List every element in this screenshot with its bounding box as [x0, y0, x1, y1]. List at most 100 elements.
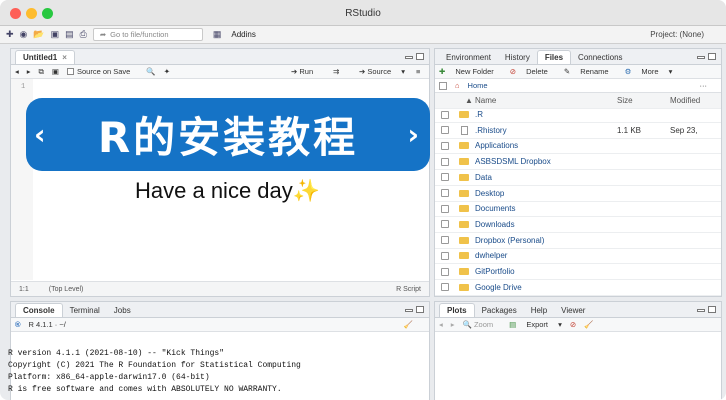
file-row[interactable]: Applications — [435, 138, 721, 155]
grid-icon[interactable]: ▦ — [213, 29, 222, 40]
tab-files[interactable]: Files — [536, 50, 572, 64]
minimize-console-button[interactable] — [405, 309, 413, 312]
back-icon[interactable]: ◂ — [15, 67, 19, 76]
goto-file-input[interactable]: ➦ Go to file/function — [92, 28, 203, 41]
maximize-console-button[interactable] — [416, 306, 424, 313]
forward-icon[interactable]: ▸ — [27, 67, 31, 76]
new-file-icon[interactable]: ✚ — [6, 29, 14, 40]
tab-history[interactable]: History — [498, 50, 537, 64]
file-name[interactable]: GitPortfolio — [475, 267, 515, 276]
file-type-indicator[interactable]: R Script — [396, 286, 421, 293]
search-icon[interactable]: 🔍 — [146, 67, 155, 76]
file-name[interactable]: Downloads — [475, 220, 515, 229]
close-tab-icon[interactable]: × — [62, 53, 67, 62]
row-checkbox[interactable] — [441, 220, 449, 229]
file-row[interactable]: dwhelper — [435, 248, 721, 265]
row-checkbox[interactable] — [441, 189, 449, 197]
file-name[interactable]: ASBSDSML Dropbox — [475, 157, 551, 166]
file-name[interactable]: Applications — [475, 141, 518, 150]
file-name[interactable]: .Rhistory — [475, 126, 507, 135]
project-menu[interactable]: Project: (None) — [650, 30, 704, 39]
chevron-right-icon[interactable]: › — [407, 118, 422, 151]
row-checkbox[interactable] — [441, 110, 449, 119]
file-row[interactable]: Google Drive — [435, 280, 721, 296]
chevron-left-icon[interactable]: ‹ — [34, 118, 49, 151]
file-name[interactable]: Documents — [475, 204, 515, 213]
show-in-window-icon[interactable]: ⧉ — [39, 67, 44, 77]
save-all-icon[interactable]: ▤ — [65, 29, 74, 40]
clear-console-icon[interactable]: 🧹 — [404, 320, 413, 329]
file-row[interactable]: ASBSDSML Dropbox — [435, 154, 721, 171]
tab-terminal[interactable]: Terminal — [63, 303, 107, 317]
file-row[interactable]: Dropbox (Personal) — [435, 233, 721, 249]
file-row[interactable]: .Rhistory 1.1 KB Sep 23, — [435, 123, 721, 139]
file-row[interactable]: Documents — [435, 201, 721, 218]
file-name[interactable]: Google Drive — [475, 283, 522, 292]
file-name[interactable]: Data — [475, 173, 492, 182]
wand-icon[interactable]: ✦ — [164, 67, 170, 76]
file-row[interactable]: Data — [435, 170, 721, 186]
back-plot-icon[interactable]: ◂ — [439, 320, 443, 329]
tab-environment[interactable]: Environment — [439, 50, 498, 64]
addins-menu[interactable]: Addins — [231, 30, 255, 39]
minimize-files-button[interactable] — [697, 56, 705, 59]
breadcrumb-home[interactable]: Home — [468, 81, 488, 90]
minimize-pane-button[interactable] — [405, 56, 413, 59]
more-menu[interactable]: ⚙ More ▾ — [625, 67, 673, 76]
more-files-icon[interactable]: ··· — [700, 81, 708, 90]
file-row[interactable]: Downloads — [435, 217, 721, 233]
file-name[interactable]: dwhelper — [475, 251, 507, 260]
tab-console[interactable]: Console — [15, 303, 63, 317]
file-row[interactable]: GitPortfolio — [435, 264, 721, 280]
rerun-icon[interactable]: ⇉ — [333, 67, 339, 76]
tab-viewer[interactable]: Viewer — [554, 303, 592, 317]
maximize-plots-button[interactable] — [708, 306, 716, 313]
row-checkbox[interactable] — [441, 173, 449, 182]
home-icon[interactable]: ⌂ — [455, 81, 460, 90]
sort-up-icon[interactable]: ▲ — [465, 96, 473, 105]
column-name[interactable]: Name — [475, 96, 496, 105]
tab-connections[interactable]: Connections — [571, 50, 629, 64]
new-project-icon[interactable]: ◉ — [20, 29, 28, 40]
column-modified[interactable]: Modified — [670, 96, 700, 105]
source-button[interactable]: ➔ Source ▾ — [359, 67, 405, 76]
select-all-checkbox[interactable] — [439, 81, 447, 90]
row-checkbox[interactable] — [441, 251, 449, 260]
outline-icon[interactable]: ≡ — [416, 67, 420, 76]
maximize-pane-button[interactable] — [416, 53, 424, 60]
open-file-icon[interactable]: 📂 — [33, 29, 44, 40]
save-file-icon[interactable]: ▣ — [52, 67, 59, 76]
tab-untitled1[interactable]: Untitled1 × — [15, 50, 75, 64]
row-checkbox[interactable] — [441, 283, 449, 292]
clear-plots-icon[interactable]: 🧹 — [584, 320, 593, 329]
forward-plot-icon[interactable]: ▸ — [451, 320, 455, 329]
maximize-files-button[interactable] — [708, 53, 716, 60]
row-checkbox[interactable] — [441, 236, 449, 245]
zoom-button[interactable]: 🔍 Zoom — [463, 320, 502, 329]
run-button[interactable]: ➔ Run — [291, 67, 321, 76]
minimize-plots-button[interactable] — [697, 309, 705, 312]
row-checkbox[interactable] — [441, 204, 449, 213]
tab-packages[interactable]: Packages — [475, 303, 524, 317]
source-on-save-checkbox[interactable]: Source on Save — [66, 67, 138, 76]
rename-button[interactable]: ✎ Rename — [564, 67, 617, 76]
remove-plot-icon[interactable]: ⊘ — [570, 320, 576, 329]
tab-jobs[interactable]: Jobs — [107, 303, 138, 317]
console-output[interactable]: R version 4.1.1 (2021-08-10) -- "Kick Th… — [8, 348, 301, 396]
row-checkbox[interactable] — [441, 267, 449, 276]
file-name[interactable]: Desktop — [475, 189, 504, 198]
file-name[interactable]: .R — [475, 110, 483, 119]
file-name[interactable]: Dropbox (Personal) — [475, 236, 544, 245]
print-icon[interactable]: ⎙ — [80, 29, 87, 40]
column-size[interactable]: Size — [617, 96, 633, 105]
file-row[interactable]: .R — [435, 107, 721, 123]
row-checkbox[interactable] — [441, 157, 449, 166]
tab-help[interactable]: Help — [524, 303, 554, 317]
file-row[interactable]: Desktop — [435, 186, 721, 202]
scope-indicator[interactable]: (Top Level) — [49, 286, 84, 293]
new-folder-button[interactable]: ✚ New Folder — [439, 67, 502, 76]
export-menu[interactable]: ▤ Export ▾ — [509, 320, 562, 329]
row-checkbox[interactable] — [441, 126, 449, 135]
save-icon[interactable]: ▣ — [51, 29, 60, 40]
tab-plots[interactable]: Plots — [439, 303, 475, 317]
